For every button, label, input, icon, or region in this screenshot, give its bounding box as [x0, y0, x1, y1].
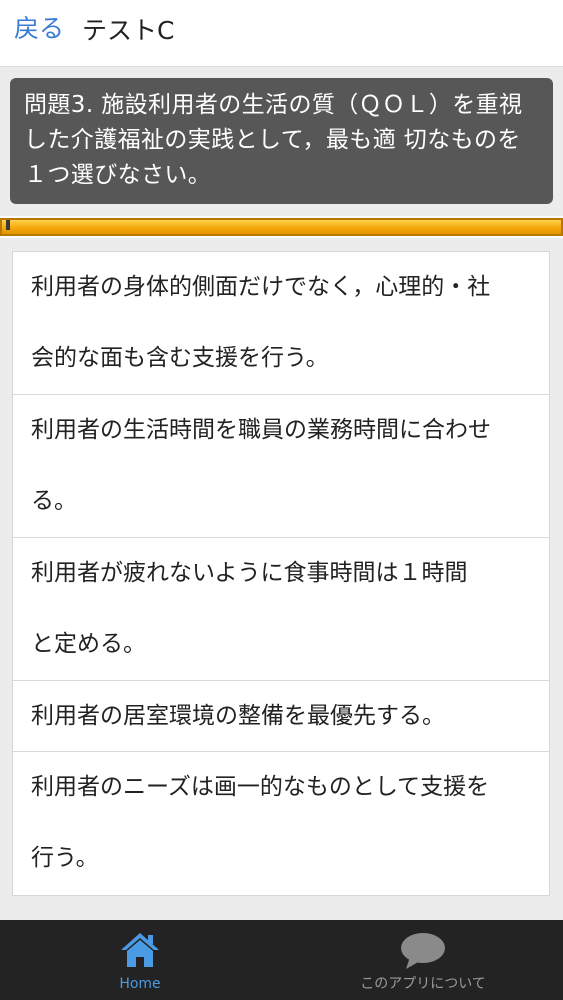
app-header: 戻る テストC	[0, 0, 563, 67]
answer-option-3-line-2: と定める。	[31, 631, 146, 657]
speech-bubble-icon	[401, 933, 445, 969]
answer-option-5-line-2: 行う。	[31, 845, 99, 871]
answer-option-4-line-1: 利用者の居室環境の整備を最優先する。	[31, 703, 445, 729]
progress-track	[0, 216, 563, 238]
answer-option-1-line-1: 利用者の身体的側面だけでなく，心理的・社	[31, 274, 491, 300]
page-title: テストC	[82, 16, 175, 45]
nav-about-label: このアプリについて	[360, 976, 486, 992]
question-box: 問題3. 施設利用者の生活の質（ＱＯＬ）を重視した介護福祉の実践として，最も適 …	[10, 78, 553, 204]
answer-option-1-line-2: 会的な面も含む支援を行う。	[31, 345, 329, 371]
progress-bar	[0, 218, 563, 236]
answer-option-2[interactable]: 利用者の生活時間を職員の業務時間に合わせ る。	[13, 395, 549, 538]
progress-marker	[6, 220, 10, 230]
answer-option-3-line-1: 利用者が疲れないように食事時間は１時間	[31, 560, 468, 586]
answer-option-4[interactable]: 利用者の居室環境の整備を最優先する。	[13, 681, 549, 752]
answer-option-1[interactable]: 利用者の身体的側面だけでなく，心理的・社 会的な面も含む支援を行う。	[13, 252, 549, 395]
answer-option-2-line-2: る。	[31, 488, 77, 514]
answer-option-2-line-1: 利用者の生活時間を職員の業務時間に合わせ	[31, 417, 491, 443]
nav-home-label: Home	[119, 976, 161, 992]
nav-home[interactable]: Home	[90, 920, 190, 1000]
back-button[interactable]: 戻る	[14, 12, 64, 46]
home-icon	[121, 933, 159, 967]
bottom-navigation: Home このアプリについて	[0, 920, 563, 1000]
nav-about-app[interactable]: このアプリについて	[330, 920, 516, 1000]
answer-option-5[interactable]: 利用者のニーズは画一的なものとして支援を 行う。	[13, 752, 549, 895]
answer-option-3[interactable]: 利用者が疲れないように食事時間は１時間 と定める。	[13, 538, 549, 681]
question-text: 問題3. 施設利用者の生活の質（ＱＯＬ）を重視した介護福祉の実践として，最も適 …	[24, 92, 523, 188]
answer-option-5-line-1: 利用者のニーズは画一的なものとして支援を	[31, 774, 490, 800]
answer-list: 利用者の身体的側面だけでなく，心理的・社 会的な面も含む支援を行う。 利用者の生…	[12, 251, 550, 896]
